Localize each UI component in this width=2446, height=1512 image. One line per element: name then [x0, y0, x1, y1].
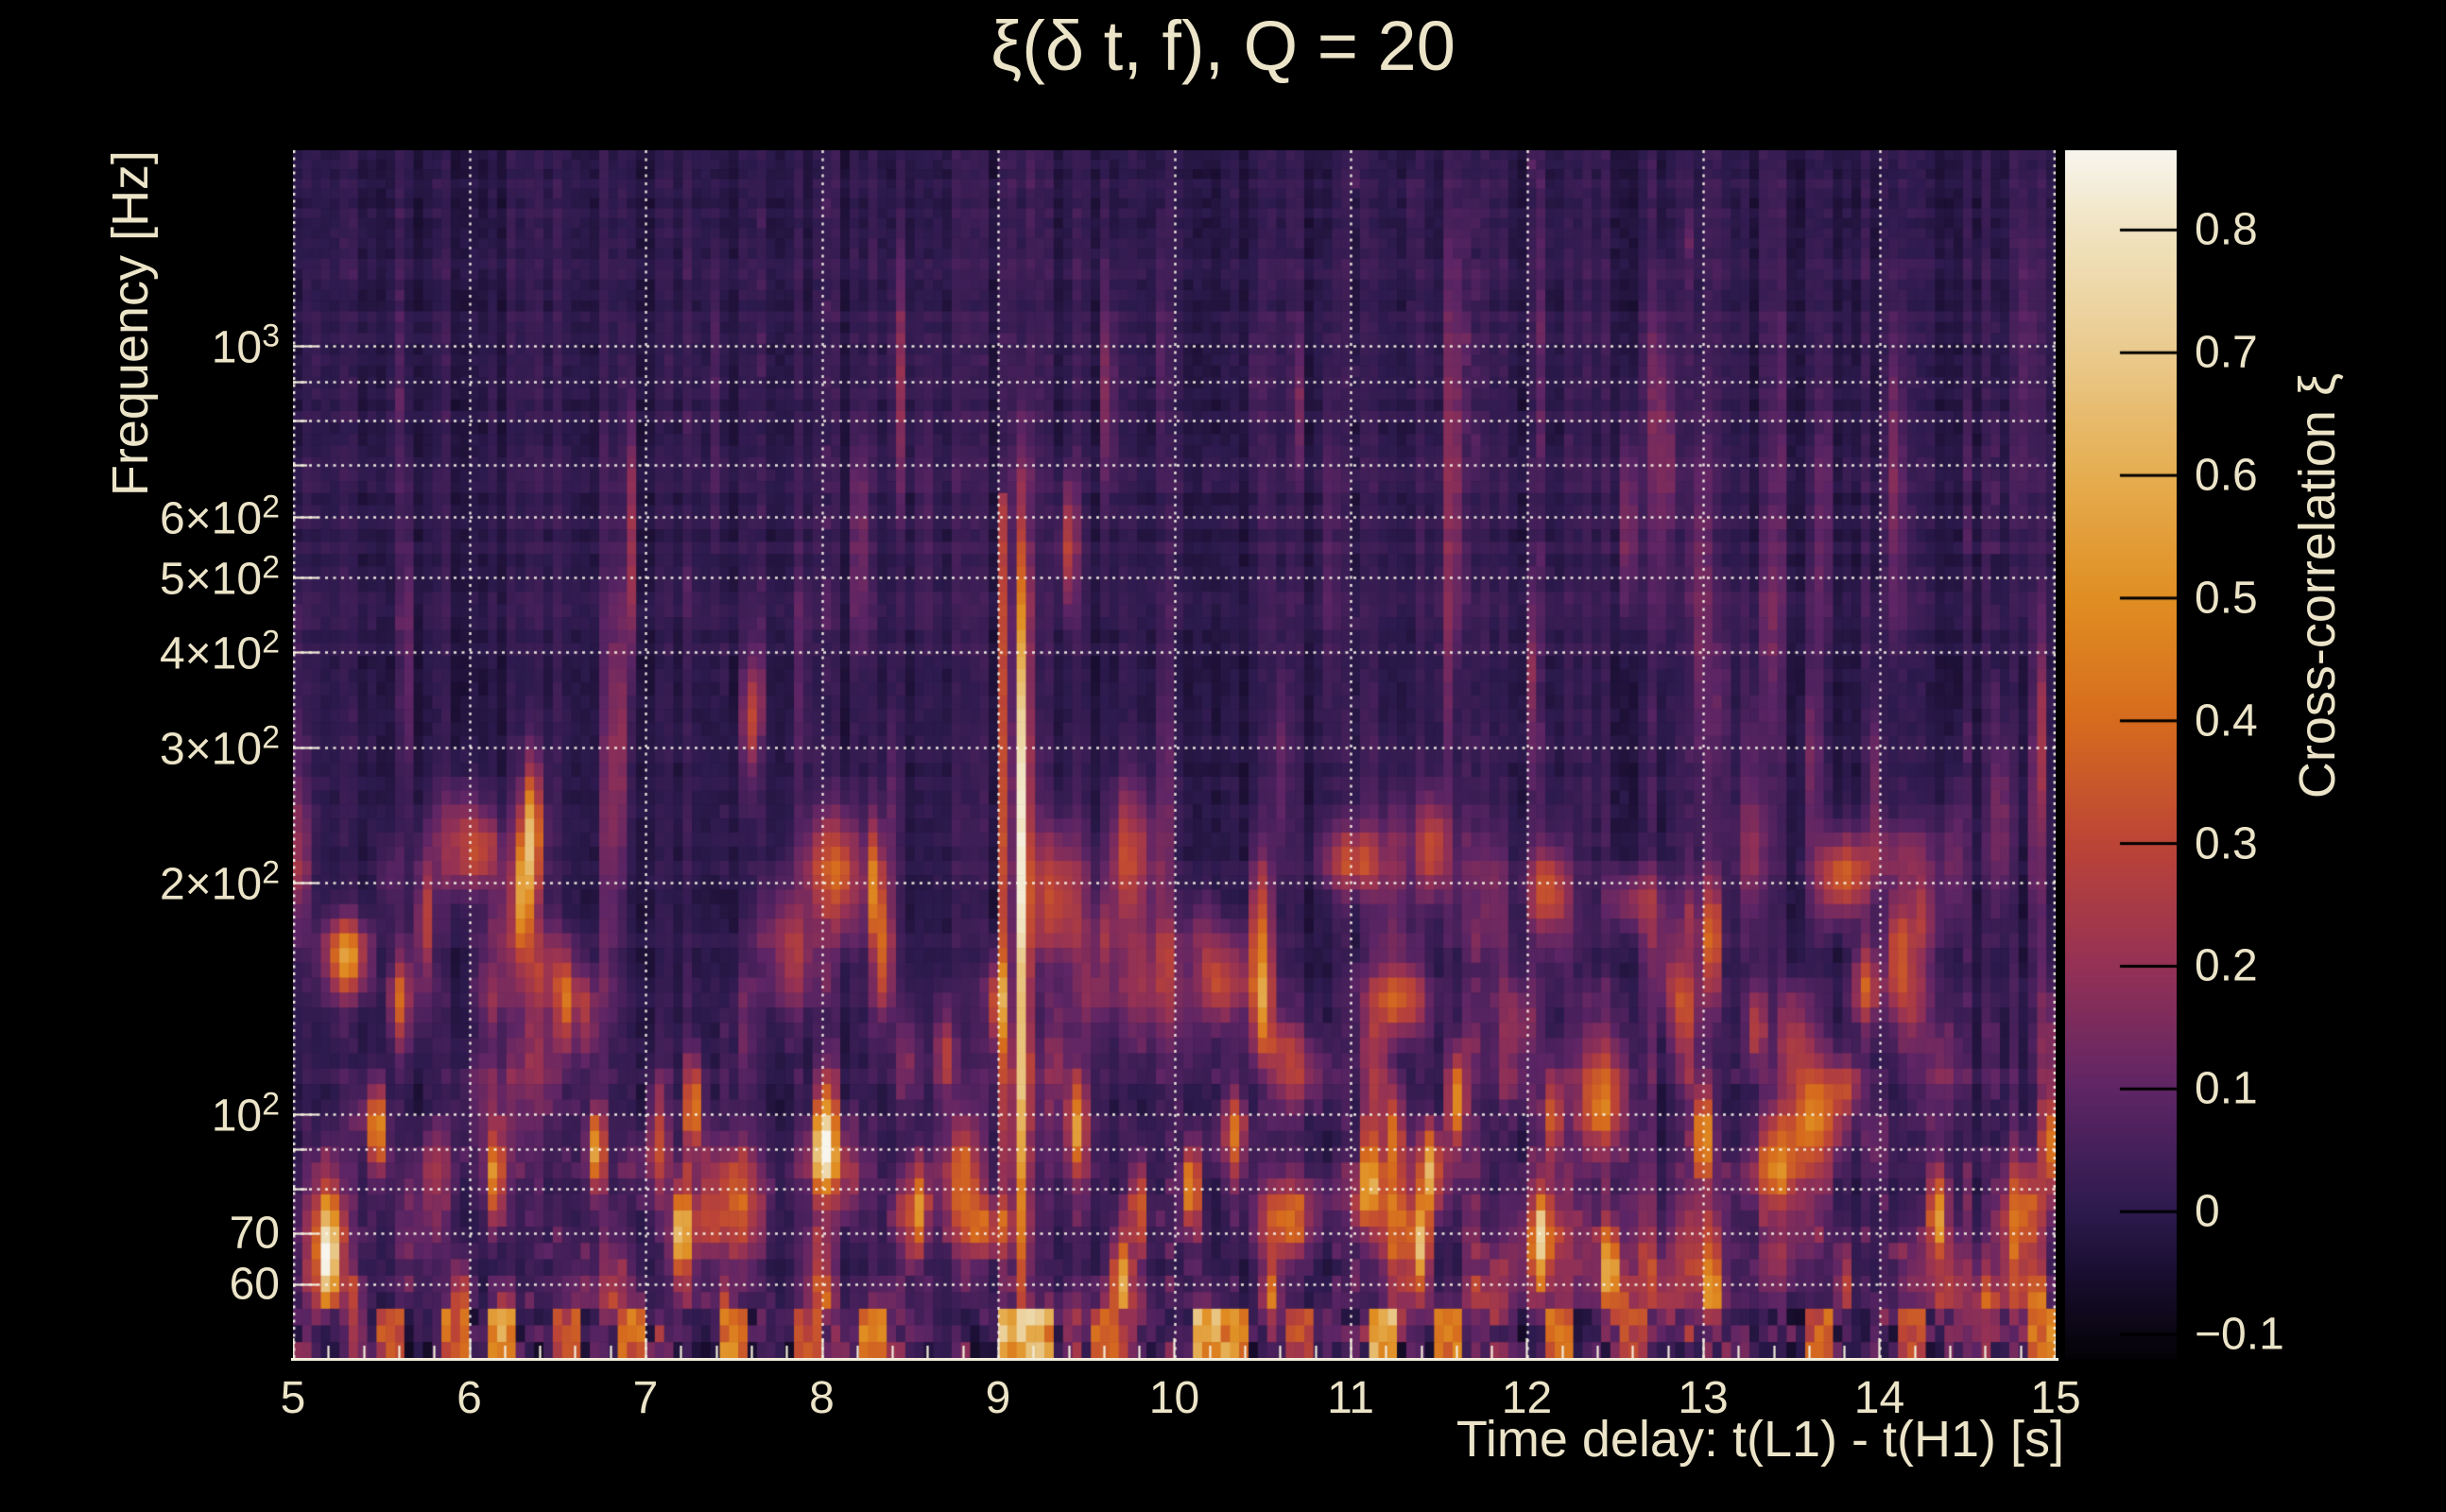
y-tick-label: 5×102 — [159, 549, 280, 605]
x-tick-label: 5 — [280, 1373, 306, 1423]
x-tick-label: 10 — [1148, 1373, 1200, 1423]
colorbar-tick-label: 0 — [2195, 1186, 2220, 1237]
y-tick-label: 6×102 — [159, 489, 280, 544]
colorbar-tick-label: 0.1 — [2195, 1063, 2258, 1114]
x-tick-label: 9 — [985, 1373, 1011, 1423]
x-tick-label: 8 — [809, 1373, 835, 1423]
colorbar-tick-label: 0.2 — [2195, 940, 2258, 991]
x-tick-label: 11 — [1327, 1373, 1374, 1423]
y-tick-label: 2×102 — [159, 854, 280, 910]
colorbar-tick-label: −0.1 — [2195, 1309, 2284, 1360]
y-axis-label: Frequency [Hz] — [102, 149, 159, 497]
colorbar-tick-label: 0.7 — [2195, 327, 2258, 378]
x-tick-label: 13 — [1678, 1373, 1729, 1423]
x-tick-label: 15 — [2030, 1373, 2081, 1423]
y-tick-label: 70 — [229, 1208, 280, 1259]
x-tick-label: 7 — [632, 1373, 659, 1423]
colorbar-label: Cross-correlation ξ — [2289, 372, 2346, 799]
figure: ξ(δ t, f), Q = 20 Frequency [Hz] Time de… — [0, 0, 2446, 1512]
y-tick-label: 103 — [211, 318, 280, 373]
colorbar — [2065, 150, 2177, 1359]
colorbar-tick-label: 0.5 — [2195, 573, 2258, 624]
x-tick-label: 14 — [1853, 1373, 1905, 1423]
colorbar-tick-label: 0.8 — [2195, 204, 2258, 255]
plot-title: ξ(δ t, f), Q = 20 — [990, 7, 1456, 85]
colorbar-tick-label: 0.4 — [2195, 696, 2258, 747]
y-tick-label: 60 — [229, 1259, 280, 1310]
colorbar-tick-label: 0.6 — [2195, 450, 2258, 501]
x-tick-label: 12 — [1501, 1373, 1553, 1423]
heatmap-canvas — [293, 150, 2056, 1359]
x-tick-label: 6 — [456, 1373, 482, 1423]
x-axis-line — [291, 1358, 2058, 1361]
colorbar-tick-label: 0.3 — [2195, 818, 2258, 869]
y-tick-label: 3×102 — [159, 719, 280, 775]
y-tick-label: 102 — [211, 1086, 280, 1142]
y-tick-label: 4×102 — [159, 624, 280, 679]
